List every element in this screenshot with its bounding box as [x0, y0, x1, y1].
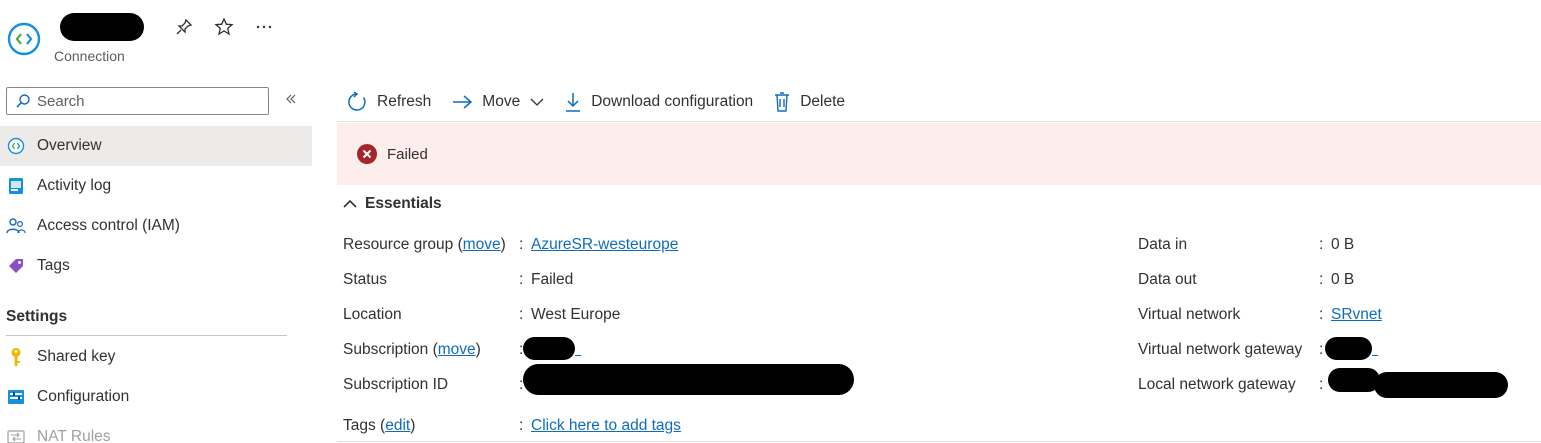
- configuration-icon: [6, 387, 26, 407]
- sidebar-item-label: Shared key: [37, 348, 116, 365]
- resource-group-label-text: Resource group: [343, 236, 454, 253]
- search-box[interactable]: [6, 87, 269, 115]
- command-toolbar: Refresh Move Download configuration Dele…: [337, 86, 865, 118]
- sidebar-item-label: Activity log: [37, 177, 112, 194]
- vng-link-underline: [1372, 355, 1378, 356]
- status-label: Status: [343, 271, 387, 288]
- search-input[interactable]: [37, 92, 257, 110]
- toolbar-divider: [337, 121, 1541, 122]
- collapse-sidebar-icon[interactable]: [284, 90, 298, 111]
- sidebar-item-overview[interactable]: Overview: [0, 126, 312, 166]
- add-tags-link[interactable]: Click here to add tags: [531, 417, 681, 435]
- key-icon: [6, 347, 26, 367]
- nat-rules-icon: [6, 427, 26, 443]
- colon: :: [1319, 271, 1324, 288]
- subscription-id-redacted: [523, 364, 854, 395]
- sidebar-item-label: Tags: [37, 257, 70, 274]
- star-icon[interactable]: [213, 16, 235, 38]
- download-configuration-button[interactable]: Download configuration: [564, 91, 753, 113]
- virtual-network-gateway-redacted[interactable]: [1325, 337, 1372, 360]
- delete-label: Delete: [800, 93, 845, 110]
- sidebar-item-label: Configuration: [37, 388, 130, 405]
- sidebar-item-access-control[interactable]: Access control (IAM): [0, 206, 312, 246]
- subscription-link-underline: [575, 355, 581, 356]
- essentials-title: Essentials: [365, 195, 442, 212]
- status-banner-text: Failed: [387, 145, 428, 163]
- local-network-gateway-redacted[interactable]: [1328, 368, 1380, 392]
- colon: :: [519, 271, 524, 288]
- settings-divider: [6, 335, 287, 336]
- colon: :: [1319, 306, 1324, 323]
- activity-log-icon: [6, 176, 26, 196]
- local-network-gateway-redacted-2: [1374, 372, 1508, 398]
- sidebar-item-label: Access control (IAM): [37, 217, 180, 234]
- error-icon: [357, 144, 377, 164]
- essentials-divider: [337, 441, 1541, 442]
- colon: :: [519, 417, 524, 434]
- virtual-network-label: Virtual network: [1138, 306, 1241, 323]
- colon: :: [1319, 376, 1324, 393]
- tags-label-text: Tags: [343, 417, 376, 434]
- refresh-icon: [348, 91, 366, 111]
- local-network-gateway-label: Local network gateway: [1138, 376, 1296, 393]
- delete-button[interactable]: Delete: [773, 91, 845, 113]
- more-icon[interactable]: [253, 14, 275, 36]
- data-out-value: 0 B: [1331, 271, 1355, 288]
- move-button[interactable]: Move: [451, 93, 544, 111]
- refresh-label: Refresh: [377, 93, 432, 110]
- download-label: Download configuration: [591, 93, 754, 110]
- resource-group-move-link[interactable]: move: [463, 236, 501, 253]
- subscription-label-text: Subscription: [343, 341, 429, 358]
- iam-icon: [6, 216, 26, 236]
- sidebar-item-nat-rules[interactable]: NAT Rules: [0, 417, 312, 443]
- sidebar-item-activity-log[interactable]: Activity log: [0, 166, 312, 206]
- download-icon: [566, 93, 581, 112]
- sidebar-item-shared-key[interactable]: Shared key: [0, 337, 312, 377]
- colon: :: [1319, 341, 1324, 358]
- status-banner: Failed: [337, 123, 1541, 185]
- resource-type-subtitle: Connection: [54, 48, 125, 64]
- search-icon: [16, 94, 30, 108]
- virtual-network-link[interactable]: SRvnet: [1331, 306, 1382, 324]
- location-value: West Europe: [531, 306, 621, 323]
- data-out-label: Data out: [1138, 271, 1197, 288]
- subscription-move-link[interactable]: move: [438, 341, 476, 358]
- status-value: Failed: [531, 271, 574, 288]
- subscription-id-label: Subscription ID: [343, 376, 449, 393]
- chevron-down-icon: [530, 98, 544, 106]
- resource-group-label: Resource group (move): [343, 236, 506, 253]
- location-label: Location: [343, 306, 402, 323]
- connection-icon: [6, 136, 26, 156]
- subscription-redacted[interactable]: [523, 337, 575, 360]
- arrow-right-icon: [453, 95, 473, 109]
- pin-icon[interactable]: [173, 16, 195, 38]
- resource-group-link[interactable]: AzureSR-westeurope: [531, 236, 678, 254]
- trash-icon: [775, 92, 790, 112]
- subscription-label: Subscription (move): [343, 341, 481, 358]
- resource-title-redacted: [60, 13, 144, 41]
- virtual-network-gateway-label: Virtual network gateway: [1138, 341, 1303, 358]
- sidebar-item-tags[interactable]: Tags: [0, 246, 312, 286]
- colon: :: [519, 306, 524, 323]
- colon: :: [519, 236, 524, 253]
- essentials-toggle[interactable]: Essentials: [343, 195, 442, 213]
- colon: :: [1319, 236, 1324, 253]
- move-label: Move: [482, 93, 521, 110]
- data-in-label: Data in: [1138, 236, 1188, 253]
- tag-icon: [6, 256, 26, 276]
- tags-label: Tags (edit): [343, 417, 416, 434]
- settings-section-title: Settings: [6, 308, 68, 325]
- tags-edit-link[interactable]: edit: [385, 417, 410, 434]
- chevron-up-icon: [343, 199, 357, 208]
- sidebar-item-label: NAT Rules: [37, 428, 111, 443]
- sidebar-item-label: Overview: [37, 137, 102, 154]
- sidebar-item-configuration[interactable]: Configuration: [0, 377, 312, 417]
- data-in-value: 0 B: [1331, 236, 1355, 253]
- resource-header: Connection: [0, 0, 1541, 75]
- refresh-button[interactable]: Refresh: [346, 91, 431, 113]
- connection-icon: [7, 22, 41, 56]
